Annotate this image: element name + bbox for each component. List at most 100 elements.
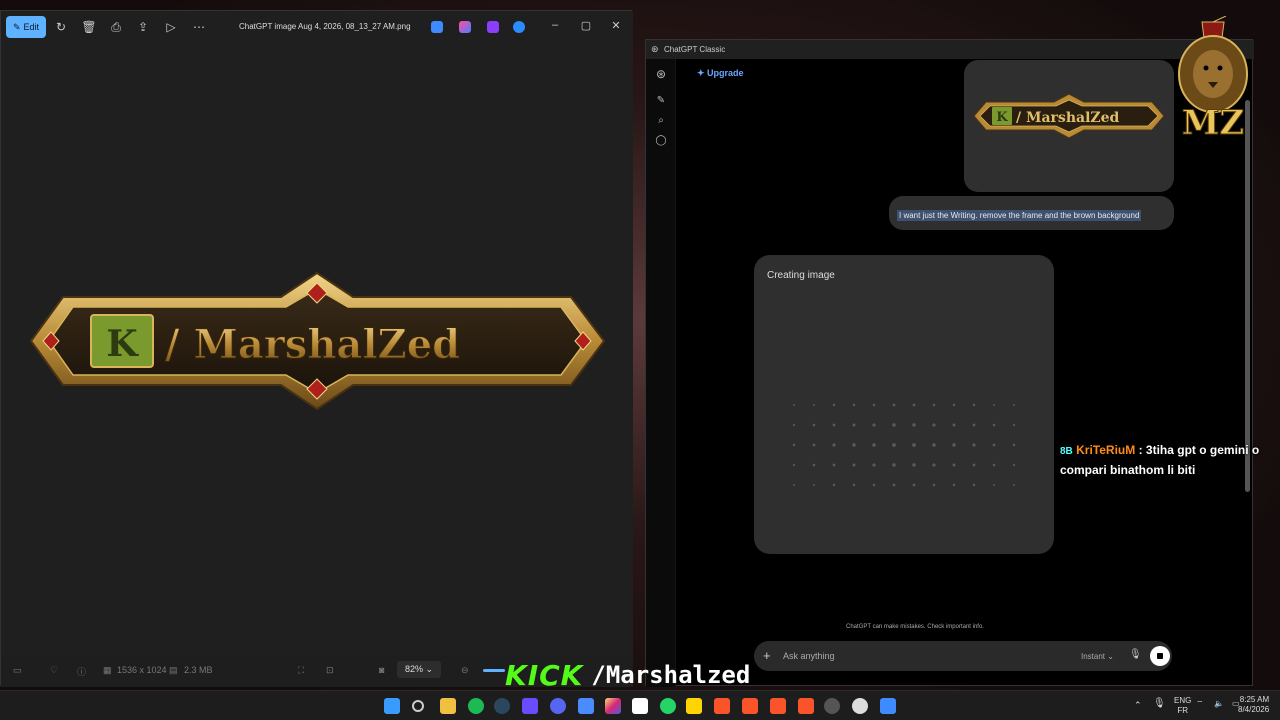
zoom-out-icon[interactable]: ⊖ xyxy=(461,665,469,676)
mz-lion-logo: MZ xyxy=(1172,15,1254,144)
chat-username: KriTeRiuM xyxy=(1076,443,1136,457)
brave-profile-3-icon[interactable] xyxy=(770,698,786,714)
file-name: ChatGPT image Aug 4, 2026, 08_13_27 AM.p… xyxy=(239,22,411,31)
filesize-icon: ▤ xyxy=(169,665,178,675)
more-icon[interactable]: ⋯ xyxy=(191,19,207,35)
info-icon[interactable]: ⓘ xyxy=(77,665,86,678)
search-icon[interactable] xyxy=(412,700,424,712)
disclaimer-text: ChatGPT can make mistakes. Check importa… xyxy=(846,624,984,630)
actual-size-icon[interactable]: ◙ xyxy=(379,665,384,675)
zoom-value: 82% xyxy=(405,664,424,674)
prompt-input[interactable]: + Ask anything Instant ⌄ 🎙 xyxy=(754,641,1172,671)
instagram-icon[interactable] xyxy=(605,698,621,714)
image-dimensions: 1536 x 1024 xyxy=(117,665,167,675)
lang-bottom: FR xyxy=(1177,706,1188,715)
sent-logo-image: K / MarshalZed xyxy=(973,93,1165,139)
favorite-icon[interactable]: ♡ xyxy=(50,665,58,676)
brave-profile-2-icon[interactable] xyxy=(742,698,758,714)
notion-icon[interactable] xyxy=(632,698,648,714)
minimize-icon[interactable]: – xyxy=(547,19,563,31)
spotify-icon[interactable] xyxy=(468,698,484,714)
zoom-dropdown[interactable]: 82% ⌄ xyxy=(397,661,442,678)
chat-sidebar: ⊛ ✎ ⌕ ◯ xyxy=(646,59,676,687)
rotate-icon[interactable]: ↻ xyxy=(53,19,69,35)
zoom-slider[interactable] xyxy=(483,669,505,672)
model-mode-dropdown[interactable]: Instant ⌄ xyxy=(1081,652,1114,661)
clipchamp-icon[interactable] xyxy=(487,21,499,33)
slideshow-icon[interactable]: ▷ xyxy=(163,19,179,35)
chats-icon[interactable]: ◯ xyxy=(654,135,668,146)
language-indicator[interactable]: ENG FR xyxy=(1174,696,1191,716)
start-icon[interactable] xyxy=(384,698,400,714)
filmstrip-icon[interactable]: ▭ xyxy=(13,665,22,676)
add-attachment-icon[interactable]: + xyxy=(763,648,771,663)
edit-icon: ✎ xyxy=(12,21,21,32)
dimensions-icon: ▦ xyxy=(103,665,112,675)
brave-icon[interactable] xyxy=(714,698,730,714)
show-hidden-icons[interactable]: ⌃ xyxy=(1134,700,1142,710)
image-canvas: K / MarshalZed xyxy=(1,43,633,655)
chatgpt-icon[interactable] xyxy=(852,698,868,714)
edit-label: Edit xyxy=(23,22,40,32)
edit-button[interactable]: ✎ Edit xyxy=(6,16,46,38)
sticky-notes-icon[interactable] xyxy=(686,698,702,714)
designer-app-icon[interactable] xyxy=(459,21,471,33)
stream-chat-message: 8B KriTeRiuM : 3tiha gpt o gemini o comp… xyxy=(1060,441,1275,480)
close-icon[interactable]: ✕ xyxy=(608,19,624,32)
new-chat-icon[interactable]: ✎ xyxy=(654,95,668,106)
whatsapp-icon[interactable] xyxy=(660,698,676,714)
kick-channel: /Marshalzed xyxy=(591,661,751,689)
file-size: 2.3 MB xyxy=(184,665,213,675)
lang-top: ENG xyxy=(1174,696,1192,705)
photos-icon[interactable] xyxy=(880,698,896,714)
search-icon[interactable]: ⌕ xyxy=(654,115,668,126)
share-icon[interactable]: ⇪ xyxy=(135,19,151,35)
microphone-tray-icon[interactable]: 🎙 xyxy=(1153,699,1166,709)
openai-logo-icon[interactable]: ⊛ xyxy=(654,67,668,81)
onedrive-icon[interactable] xyxy=(513,21,525,33)
fit-icon[interactable]: ⊡ xyxy=(326,665,334,676)
brave-profile-4-icon[interactable] xyxy=(798,698,814,714)
taskbar: ⌃ 🎙 ENG FR ⌔ 🔈 ▭ 8:25 AM 8/4/2026 xyxy=(0,690,1280,720)
editor-app-icon[interactable] xyxy=(431,21,443,33)
marshalzed-logo-image: K / MarshalZed xyxy=(29,271,606,411)
chat-window-title: ChatGPT Classic xyxy=(664,45,726,54)
photos-toolbar: ✎ Edit ↻ 🗑 ⎙ ⇪ ▷ ⋯ ChatGPT image Aug 4, … xyxy=(1,11,633,43)
chat-scrollbar[interactable] xyxy=(1245,100,1250,492)
volume-icon[interactable]: 🔈 xyxy=(1214,699,1224,709)
image-generation-card: Creating image xyxy=(754,255,1054,554)
crop-icon[interactable]: ⛶ xyxy=(298,665,304,676)
microphone-icon[interactable]: 🎙 xyxy=(1129,649,1142,660)
delete-icon[interactable]: 🗑 xyxy=(81,19,97,35)
clock[interactable]: 8:25 AM 8/4/2026 xyxy=(1238,695,1269,715)
sent-logo-text: / MarshalZed xyxy=(1016,110,1120,126)
photos-window: ✎ Edit ↻ 🗑 ⎙ ⇪ ▷ ⋯ ChatGPT image Aug 4, … xyxy=(0,10,633,687)
discord-icon[interactable] xyxy=(550,698,566,714)
maximize-icon[interactable]: ▢ xyxy=(578,19,594,32)
user-message-text: I want just the Writing. remove the fram… xyxy=(897,210,1142,221)
mz-logo-text: MZ xyxy=(1182,103,1244,143)
clock-time: 8:25 AM xyxy=(1239,695,1270,704)
logo-badge-text: K xyxy=(106,323,139,365)
chat-titlebar: ⊛ ChatGPT Classic xyxy=(646,40,1254,59)
user-message-bubble: I want just the Writing. remove the fram… xyxy=(889,196,1174,230)
upgrade-button[interactable]: ✦ Upgrade xyxy=(697,68,744,79)
app-icon-2[interactable] xyxy=(824,698,840,714)
openai-icon: ⊛ xyxy=(651,44,659,54)
sent-image-message[interactable]: K / MarshalZed xyxy=(964,60,1174,192)
app-icon[interactable] xyxy=(522,698,538,714)
kick-overlay: KICK /Marshalzed xyxy=(505,658,751,692)
sent-logo-badge: K xyxy=(996,110,1008,125)
print-icon[interactable]: ⎙ xyxy=(108,19,124,35)
prompt-placeholder[interactable]: Ask anything xyxy=(783,651,835,661)
stop-icon xyxy=(1157,653,1163,659)
chat-emote: 8B xyxy=(1060,446,1073,457)
stop-button[interactable] xyxy=(1150,646,1170,666)
logo-text: / MarshalZed xyxy=(165,321,460,368)
steam-icon[interactable] xyxy=(494,698,510,714)
loading-dots xyxy=(792,403,1016,487)
wifi-icon[interactable]: ⌔ xyxy=(1196,699,1204,709)
file-explorer-icon[interactable] xyxy=(440,698,456,714)
kick-brand: KICK xyxy=(505,658,584,692)
calendar-icon[interactable] xyxy=(578,698,594,714)
